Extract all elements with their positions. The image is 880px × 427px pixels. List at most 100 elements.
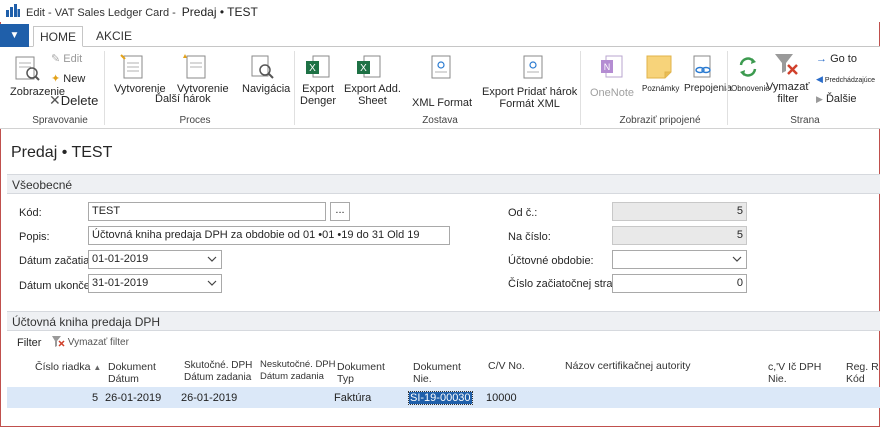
dalsi-harok-button[interactable]: Ďalší hárok	[155, 93, 211, 105]
xml-format-button[interactable]: XML Format	[412, 53, 472, 109]
ribbon-separator	[294, 51, 295, 125]
app-menu-button[interactable]: ▼	[0, 24, 29, 47]
general-section-title: Všeobecné	[12, 178, 73, 192]
export-pridat-label-2: Formát XML	[499, 98, 560, 110]
clear-filter-small-icon	[52, 336, 65, 347]
xml-format-label: XML Format	[412, 97, 473, 109]
group-strana-label: Strana	[790, 115, 820, 126]
cell-cislo-riadka[interactable]: 5	[92, 392, 98, 404]
col-dokument-typ-label-2: Typ	[337, 373, 354, 385]
general-section-header[interactable]: Všeobecné	[7, 174, 880, 194]
delete-label: Delete	[60, 93, 99, 108]
tab-akcie[interactable]: AKCIE	[90, 26, 138, 47]
col-neskutocne-label-1: Neskutočné. DPH	[260, 359, 336, 370]
obnovenie-button[interactable]: Obnovenie	[731, 53, 770, 95]
cell-cv-no[interactable]: 10000	[486, 392, 517, 404]
datum-zacatia-input[interactable]: 01-01-2019	[88, 250, 222, 269]
filter-button[interactable]: Filter	[17, 337, 41, 349]
export-add-label-1: Export Add.	[344, 83, 401, 95]
vymazat-filter-label-2: filter	[777, 93, 799, 105]
pencil-icon: ✎	[51, 53, 61, 65]
uctovne-obdobie-label: Účtovné obdobie:	[508, 255, 594, 267]
vymazat-filter-label-1: Vymazať	[766, 81, 810, 93]
popis-label: Popis:	[19, 231, 50, 243]
poznamky-button[interactable]: Poznámky	[642, 53, 679, 95]
uctovne-obdobie-select[interactable]	[612, 250, 747, 269]
create-document-icon	[120, 54, 143, 79]
new-button[interactable]: ✦ New	[51, 73, 85, 85]
clear-filter-button[interactable]: Vymazať filter	[52, 336, 129, 348]
window-title-text: Edit - VAT Sales Ledger Card -	[26, 7, 176, 19]
datum-zacatia-value: 01-01-2019	[92, 253, 149, 265]
svg-text:X: X	[309, 63, 316, 74]
cell-dokument-datum[interactable]: 26-01-2019	[105, 392, 161, 404]
cell-dokument-nie[interactable]: SI-19-00030	[408, 391, 473, 405]
delete-x-icon: ✕	[49, 92, 61, 108]
col-header-nazov-cert[interactable]: Názov certifikačnej autority	[565, 360, 690, 372]
page-title: Predaj • TEST	[11, 144, 113, 161]
col-dokument-nie-label-1: Dokument	[413, 361, 461, 373]
new-star-icon: ✦	[51, 73, 61, 85]
refresh-icon	[739, 57, 757, 77]
cell-dokument-typ[interactable]: Faktúra	[334, 392, 371, 404]
edit-label: Edit	[63, 53, 83, 65]
edit-button[interactable]: ✎ Edit	[51, 53, 82, 65]
predchadzajuce-button[interactable]: ◀ Predchádzajúce	[816, 73, 875, 87]
onenote-label: OneNote	[590, 87, 635, 99]
export-add-sheet-button[interactable]: X Export Add. Sheet	[344, 53, 401, 107]
datum-ukoncenia-input[interactable]: 31-01-2019	[88, 274, 222, 293]
cell-skutocne-dph[interactable]: 26-01-2019	[181, 392, 237, 404]
datum-zacatia-label: Dátum začatia:	[19, 255, 93, 267]
vytvorenie-button-2[interactable]: Vytvorenie	[177, 53, 229, 95]
col-dokument-typ-label-1: Dokument	[337, 361, 385, 373]
col-dokument-nie-label-2: Nie.	[413, 373, 432, 385]
vytvorenie-button-1[interactable]: Vytvorenie	[114, 53, 166, 95]
previous-icon: ◀	[816, 74, 823, 84]
vymazat-filter-button[interactable]: Vymazať filter	[766, 51, 809, 105]
xml-document-icon	[431, 55, 451, 79]
col-header-dokument-typ[interactable]: Dokument Typ	[337, 361, 385, 385]
chevron-down-icon[interactable]	[207, 277, 217, 289]
go-to-button[interactable]: → Go to	[816, 53, 857, 65]
col-header-neskutocne-dph[interactable]: Neskutočné. DPH Dátum zadania	[260, 359, 336, 383]
window-subtitle: Predaj • TEST	[181, 5, 258, 19]
chevron-down-icon[interactable]	[732, 253, 742, 265]
col-header-reg-kod[interactable]: Reg. R Kód	[846, 361, 879, 385]
col-header-cv-no[interactable]: C/V No.	[488, 360, 525, 372]
kod-assist-button[interactable]: ...	[330, 202, 350, 221]
cislo-zac-strany-input[interactable]: 0	[612, 274, 747, 293]
arrow-right-icon: →	[816, 53, 827, 65]
col-reg-kod-label-2: Kód	[846, 373, 865, 385]
dalsie-button[interactable]: ▶ Ďalšie	[816, 93, 857, 105]
na-cislo-field: 5	[612, 226, 747, 245]
navigacia-button[interactable]: Navigácia	[242, 53, 290, 95]
col-header-dokument-nie[interactable]: Dokument Nie.	[413, 361, 461, 385]
app-logo-icon	[6, 4, 20, 17]
col-header-cislo-riadka[interactable]: Číslo riadka ▲	[35, 361, 101, 374]
excel-add-icon: X	[357, 55, 381, 78]
export-pridat-harok-button[interactable]: Export Pridať hárok Formát XML	[482, 53, 577, 110]
onenote-button[interactable]: N OneNote	[590, 53, 634, 99]
col-header-cv-ic-dph[interactable]: c,'V Ič DPH Nie.	[768, 361, 821, 385]
ribbon: Zobrazenie ✎ Edit ✦ New ✕Delete Spravova…	[0, 47, 880, 129]
ribbon-separator	[580, 51, 581, 125]
ribbon-separator	[727, 51, 728, 125]
col-neskutocne-label-2: Dátum zadania	[260, 371, 324, 382]
col-header-dokument-datum[interactable]: Dokument Dátum	[108, 361, 156, 385]
cell-dokument-nie-selected: SI-19-00030	[408, 391, 473, 405]
obnovenie-label: Obnovenie	[731, 84, 770, 93]
export-denger-button[interactable]: X Export Denger	[300, 53, 336, 107]
tab-home[interactable]: HOME	[33, 26, 83, 47]
col-header-skutocne-dph[interactable]: Skutočné. DPH Dátum zadania	[184, 360, 252, 384]
kod-input[interactable]: TEST	[88, 202, 326, 221]
prepojenia-button[interactable]: Prepojenia	[684, 53, 732, 95]
col-cv-no-label: C/V No.	[488, 360, 525, 372]
delete-button[interactable]: ✕Delete	[49, 92, 99, 108]
popis-input[interactable]: Účtovná kniha predaja DPH za obdobie od …	[88, 226, 450, 245]
clear-filter-icon	[775, 54, 798, 75]
navigate-icon	[251, 55, 274, 79]
chevron-down-icon[interactable]	[207, 253, 217, 265]
prepojenia-label: Prepojenia	[684, 83, 732, 94]
sort-ascending-icon: ▲	[93, 363, 102, 372]
ledger-section-header[interactable]: Účtovná kniha predaja DPH	[7, 311, 880, 331]
